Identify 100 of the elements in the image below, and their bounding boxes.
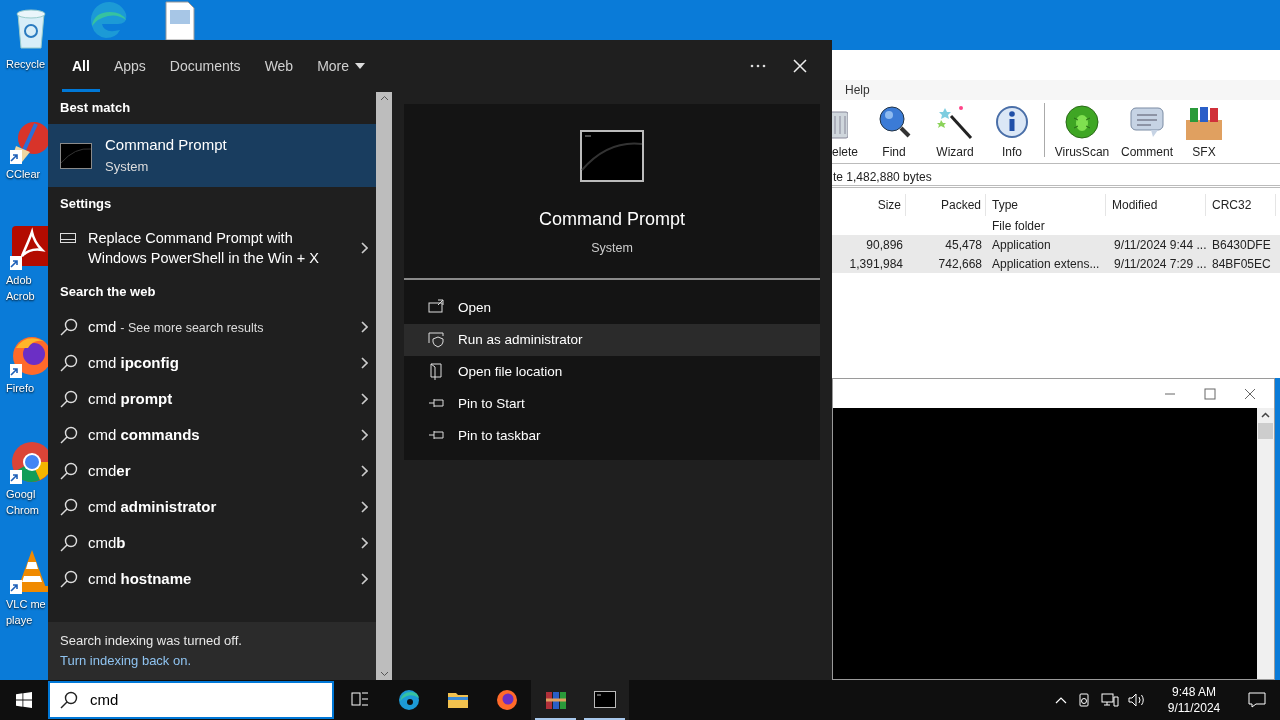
table-cell: 84BF05EC: [1212, 256, 1271, 271]
search-icon: [60, 498, 78, 516]
tab[interactable]: Documents: [157, 40, 253, 92]
web-result[interactable]: cmd commands: [48, 417, 376, 453]
icon-label: VLC me: [6, 597, 46, 612]
chevron-right-icon: [360, 429, 368, 441]
chevron-right-icon: [360, 465, 368, 477]
result-item[interactable]: Command Prompt System: [48, 124, 376, 187]
web-result[interactable]: cmd prompt: [48, 381, 376, 417]
search-icon: [60, 354, 78, 372]
search-icon: [60, 462, 78, 480]
chevron-right-icon: [360, 393, 368, 405]
chevron-right-icon: [360, 537, 368, 549]
status-message: Search indexing was turned off.: [60, 632, 243, 650]
status-text: te 1,482,880 bytes: [832, 168, 932, 186]
action-item[interactable]: Open: [404, 292, 820, 324]
ellipsis-icon: [750, 64, 766, 68]
app-title: Command Prompt: [538, 208, 686, 231]
indexing-link[interactable]: Turn indexing back on.: [60, 651, 376, 671]
table-cell: 9/11/2024 9:44 ...: [1114, 237, 1207, 252]
network-icon[interactable]: [1101, 692, 1119, 708]
web-result[interactable]: cmd ipconfig: [48, 345, 376, 381]
toolbar-button[interactable]: Info: [984, 102, 1040, 160]
tab[interactable]: Web: [252, 40, 306, 92]
result-title: Replace Command Prompt with Windows PowerShell in the Win + X: [88, 229, 320, 268]
result-title: cmd - See more search results: [88, 316, 265, 337]
web-result[interactable]: cmdb: [48, 525, 376, 561]
icon-label: playe: [6, 613, 33, 628]
web-result[interactable]: cmd administrator: [48, 489, 376, 525]
scrollbar[interactable]: [376, 92, 392, 680]
result-title: cmd commands: [88, 424, 201, 445]
menu-item[interactable]: Help: [845, 81, 870, 99]
result-title: cmd ipconfig: [88, 352, 180, 373]
chevron-right-icon: [360, 501, 368, 513]
search-icon: [60, 691, 78, 709]
chevron-right-icon: [360, 573, 368, 585]
icon-label: Googl: [6, 487, 36, 502]
clock-date[interactable]: 9/11/2024: [1167, 700, 1221, 716]
icon-label: Adob: [6, 273, 32, 288]
scroll-down-icon[interactable]: [379, 671, 389, 677]
icon-label: Chrom: [6, 503, 39, 518]
tab[interactable]: All: [60, 40, 102, 92]
web-result[interactable]: cmd hostname: [48, 561, 376, 597]
action-item[interactable]: Open file location: [404, 356, 820, 388]
settings-item[interactable]: Replace Command Prompt with Windows PowerShell in the Win + X: [48, 221, 376, 275]
file-row[interactable]: 1,391,984 742,668 Application extens... 9/11/2024 7:29 ... 84BF05EC: [832, 254, 1280, 273]
speaker-icon[interactable]: [1128, 692, 1146, 708]
result-title: cmd hostname: [88, 568, 193, 589]
terminal-icon: [60, 142, 92, 169]
chevron-up-icon[interactable]: [1055, 696, 1067, 704]
maximize-icon[interactable]: [1204, 387, 1216, 400]
clock-time[interactable]: 9:48 AM: [1172, 684, 1216, 700]
books-icon: [544, 689, 567, 711]
device-icon[interactable]: [1076, 692, 1092, 708]
toolbar-button[interactable]: Comment: [1115, 102, 1179, 160]
toolbar-button[interactable]: SFX: [1179, 102, 1229, 160]
chevron-right-icon: [360, 321, 368, 333]
action-item[interactable]: Pin to taskbar: [404, 420, 820, 452]
tab[interactable]: More: [305, 40, 378, 92]
web-result[interactable]: cmder: [48, 453, 376, 489]
toolbar-button[interactable]: Find: [862, 102, 926, 160]
scrollbar[interactable]: [1257, 408, 1274, 679]
firefox-icon: [495, 689, 518, 711]
icon-label: Recycle: [6, 57, 46, 72]
toolbar-button[interactable]: Wizard: [926, 102, 984, 160]
section-heading: Best match: [59, 99, 132, 118]
search-icon: [60, 570, 78, 588]
bug-icon: [1064, 104, 1100, 140]
action-item[interactable]: Run as administrator: [404, 324, 820, 356]
result-title: Command Prompt: [105, 134, 227, 155]
scroll-up-icon[interactable]: [379, 95, 389, 101]
search-icon: [60, 534, 78, 552]
search-field[interactable]: cmd: [48, 681, 334, 719]
table-cell: Application: [992, 237, 1051, 252]
display-icon: [60, 233, 76, 243]
table-cell: 742,668: [938, 256, 982, 271]
file-row[interactable]: 90,896 45,478 Application 9/11/2024 9:44 ... B6430DFE: [832, 235, 1280, 254]
chevron-right-icon: [360, 357, 368, 369]
toolbar-button[interactable]: VirusScan: [1049, 102, 1115, 160]
terminal-icon: [580, 130, 644, 182]
icon-label: Firefo: [6, 381, 35, 396]
table-cell: B6430DFE: [1212, 237, 1271, 252]
table-cell: 90,896: [866, 237, 903, 252]
scroll-up-icon[interactable]: [1261, 412, 1270, 418]
result-subtitle: System: [105, 157, 150, 176]
result-title: cmder: [88, 460, 132, 481]
web-result[interactable]: cmd - See more search results: [48, 309, 376, 345]
boxes-icon: [1184, 104, 1224, 140]
result-title: cmd administrator: [88, 496, 218, 517]
shield-icon: [428, 331, 444, 349]
action-item[interactable]: Pin to Start: [404, 388, 820, 420]
table-cell: 45,478: [945, 237, 982, 252]
windows-logo-icon: [16, 692, 32, 708]
icon-label: CClear: [6, 167, 41, 182]
scroll-thumb[interactable]: [1258, 423, 1273, 439]
search-input[interactable]: cmd: [90, 688, 310, 712]
table-cell: File folder: [992, 218, 1045, 233]
close-icon[interactable]: [1244, 387, 1256, 400]
magic-wand-icon: [937, 104, 973, 140]
tab[interactable]: Apps: [101, 40, 158, 92]
